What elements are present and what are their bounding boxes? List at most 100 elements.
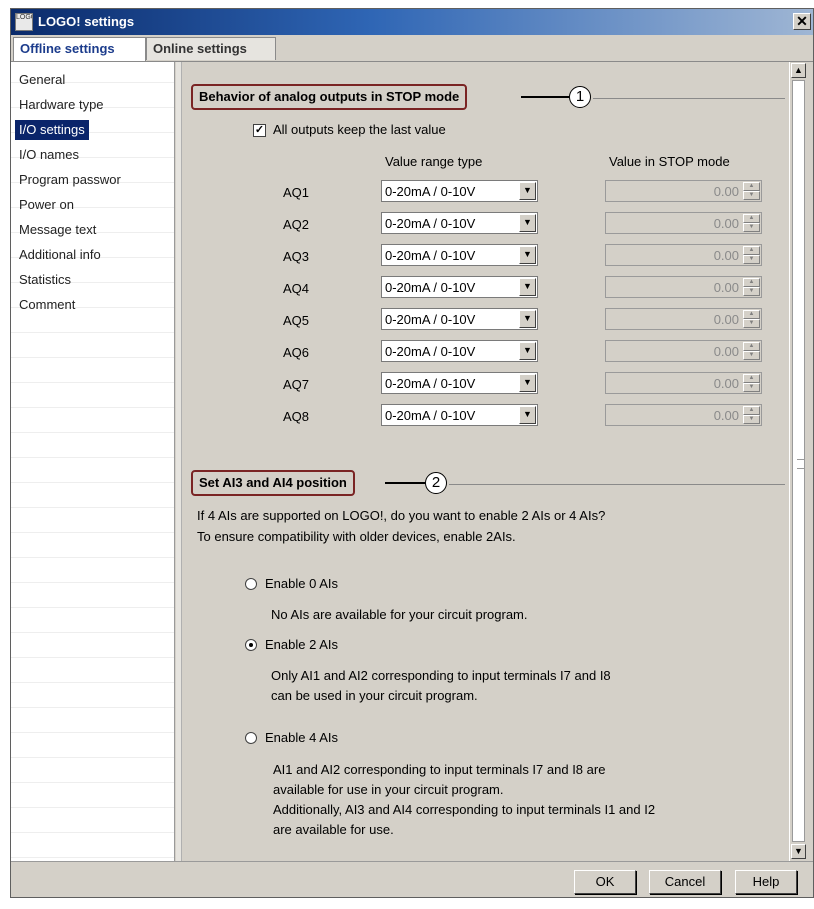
spin-up-icon: ▲: [743, 374, 760, 383]
enable-0-ais-label[interactable]: Enable 0 AIs: [265, 576, 338, 591]
aq2-range-select[interactable]: 0-20mA / 0-10V ▼: [381, 212, 538, 234]
scroll-track[interactable]: [792, 80, 805, 842]
aq5-range-select[interactable]: 0-20mA / 0-10V ▼: [381, 308, 538, 330]
enable-2-ais-label[interactable]: Enable 2 AIs: [265, 637, 338, 652]
aq-row-label: AQ4: [283, 281, 310, 296]
ai-intro-text: If 4 AIs are supported on LOGO!, do you …: [197, 508, 606, 523]
scroll-down-icon[interactable]: ▼: [791, 844, 806, 859]
aq7-stop-value-spinner: 0.00 ▲ ▼: [605, 372, 762, 394]
aq-stop-value: 0.00: [713, 280, 739, 295]
aq-stop-value: 0.00: [713, 184, 739, 199]
chevron-down-icon[interactable]: ▼: [519, 406, 536, 424]
stop-value-header: Value in STOP mode: [609, 154, 730, 169]
enable-2-ais-description: Only AI1 and AI2 corresponding to input …: [271, 668, 611, 683]
chevron-down-icon[interactable]: ▼: [519, 342, 536, 360]
spin-down-icon: ▼: [743, 415, 760, 424]
spin-up-icon: ▲: [743, 246, 760, 255]
spin-up-icon: ▲: [743, 278, 760, 287]
aq-row-label: AQ5: [283, 313, 310, 328]
aq3-range-select[interactable]: 0-20mA / 0-10V ▼: [381, 244, 538, 266]
keep-last-value-checkbox[interactable]: ✓: [253, 124, 266, 137]
spin-up-icon: ▲: [743, 310, 760, 319]
aq-stop-value: 0.00: [713, 344, 739, 359]
value-range-header: Value range type: [385, 154, 483, 169]
cancel-button[interactable]: Cancel: [649, 870, 721, 894]
aq-stop-value: 0.00: [713, 312, 739, 327]
aq6-range-select[interactable]: 0-20mA / 0-10V ▼: [381, 340, 538, 362]
aq-stop-value: 0.00: [713, 376, 739, 391]
enable-4-ais-description: AI1 and AI2 corresponding to input termi…: [273, 762, 606, 777]
spin-down-icon: ▼: [743, 287, 760, 296]
help-button[interactable]: Help: [735, 870, 797, 894]
chevron-down-icon[interactable]: ▼: [519, 374, 536, 392]
enable-0-ais-description: No AIs are available for your circuit pr…: [271, 607, 528, 622]
aq-range-value: 0-20mA / 0-10V: [385, 248, 476, 263]
chevron-down-icon[interactable]: ▼: [519, 182, 536, 200]
chevron-down-icon[interactable]: ▼: [519, 278, 536, 296]
ai-position-section-title: Set AI3 and AI4 position: [191, 470, 355, 496]
chevron-down-icon[interactable]: ▼: [519, 310, 536, 328]
aq-row-label: AQ1: [283, 185, 310, 200]
aq7-range-select[interactable]: 0-20mA / 0-10V ▼: [381, 372, 538, 394]
enable-2-ais-radio[interactable]: [245, 639, 257, 651]
callout-connector: [385, 482, 425, 484]
aq-stop-value: 0.00: [713, 248, 739, 263]
chevron-down-icon[interactable]: ▼: [519, 246, 536, 264]
aq-range-value: 0-20mA / 0-10V: [385, 312, 476, 327]
sidebar-item-message-text[interactable]: Message text: [15, 220, 100, 240]
aq-stop-value: 0.00: [713, 216, 739, 231]
spin-down-icon: ▼: [743, 255, 760, 264]
aq-stop-value: 0.00: [713, 408, 739, 423]
content-area: General Hardware type I/O settings I/O n…: [11, 61, 813, 862]
sidebar-item-comment[interactable]: Comment: [15, 295, 79, 315]
tab-bar: Offline settings Online settings: [11, 37, 813, 62]
aq-range-value: 0-20mA / 0-10V: [385, 408, 476, 423]
aq8-range-select[interactable]: 0-20mA / 0-10V ▼: [381, 404, 538, 426]
spin-up-icon: ▲: [743, 214, 760, 223]
sidebar-item-io-names[interactable]: I/O names: [15, 145, 83, 165]
spin-down-icon: ▼: [743, 319, 760, 328]
enable-4-ais-description: are available for use.: [273, 822, 394, 837]
scroll-grip-icon[interactable]: [797, 459, 805, 469]
title-bar[interactable]: LOGO LOGO! settings ✕: [11, 9, 813, 35]
sidebar-item-io-settings[interactable]: I/O settings: [15, 120, 89, 140]
spin-up-icon: ▲: [743, 406, 760, 415]
tab-offline-settings[interactable]: Offline settings: [13, 37, 146, 62]
callout-connector: [521, 96, 569, 98]
sidebar-item-hardware-type[interactable]: Hardware type: [15, 95, 108, 115]
aq-range-value: 0-20mA / 0-10V: [385, 344, 476, 359]
enable-4-ais-radio[interactable]: [245, 732, 257, 744]
logo-app-icon: LOGO: [15, 13, 33, 31]
ok-button[interactable]: OK: [574, 870, 636, 894]
logo-settings-window: LOGO LOGO! settings ✕ Offline settings O…: [10, 8, 814, 898]
enable-2-ais-description: can be used in your circuit program.: [271, 688, 478, 703]
aq-range-value: 0-20mA / 0-10V: [385, 184, 476, 199]
aq-row-label: AQ6: [283, 345, 310, 360]
aq2-stop-value-spinner: 0.00 ▲ ▼: [605, 212, 762, 234]
aq1-range-select[interactable]: 0-20mA / 0-10V ▼: [381, 180, 538, 202]
sidebar-item-power-on[interactable]: Power on: [15, 195, 78, 215]
callout-marker-1: 1: [569, 86, 591, 108]
aq5-stop-value-spinner: 0.00 ▲ ▼: [605, 308, 762, 330]
sidebar-splitter[interactable]: [176, 62, 182, 862]
enable-0-ais-radio[interactable]: [245, 578, 257, 590]
enable-4-ais-description: available for use in your circuit progra…: [273, 782, 504, 797]
aq-row-label: AQ8: [283, 409, 310, 424]
aq-row-label: AQ7: [283, 377, 310, 392]
sidebar-item-program-password[interactable]: Program passwor: [15, 170, 125, 190]
sidebar-item-general[interactable]: General: [15, 70, 69, 90]
tab-online-settings[interactable]: Online settings: [146, 37, 276, 60]
enable-4-ais-description: Additionally, AI3 and AI4 corresponding …: [273, 802, 656, 817]
vertical-scrollbar[interactable]: ▲ ▼: [789, 62, 807, 862]
sidebar-item-statistics[interactable]: Statistics: [15, 270, 75, 290]
scroll-up-icon[interactable]: ▲: [791, 63, 806, 78]
dialog-footer: OK Cancel Help: [11, 861, 813, 897]
close-button[interactable]: ✕: [793, 13, 811, 30]
enable-4-ais-label[interactable]: Enable 4 AIs: [265, 730, 338, 745]
sidebar-item-additional-info[interactable]: Additional info: [15, 245, 105, 265]
spin-down-icon: ▼: [743, 351, 760, 360]
section-divider: [449, 484, 785, 485]
spin-down-icon: ▼: [743, 383, 760, 392]
chevron-down-icon[interactable]: ▼: [519, 214, 536, 232]
aq4-range-select[interactable]: 0-20mA / 0-10V ▼: [381, 276, 538, 298]
